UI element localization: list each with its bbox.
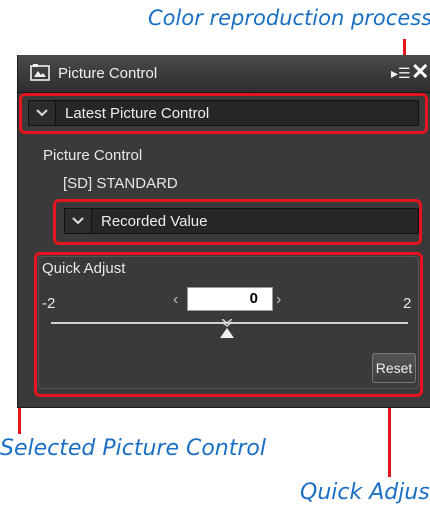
callout-selected-picture-control: Selected Picture Control <box>0 436 266 461</box>
highlight-color-process <box>19 93 428 134</box>
callout-quick-adjust: Quick Adjus <box>300 480 430 505</box>
panel-titlebar[interactable]: Picture Control ▸☰ ✕ <box>18 55 430 93</box>
picture-control-value: [SD] STANDARD <box>63 175 178 192</box>
highlight-quick-adjust <box>34 252 423 397</box>
picture-control-icon <box>30 63 50 83</box>
picture-control-label: Picture Control <box>43 147 143 164</box>
leader-line-quick <box>388 397 391 477</box>
menu-list-icon[interactable]: ▸☰ <box>391 64 411 82</box>
close-icon[interactable]: ✕ <box>411 60 430 84</box>
panel-title: Picture Control <box>58 65 158 82</box>
highlight-selected-picture-control <box>53 199 422 245</box>
callout-color-reproduction-process: Color reproduction process <box>148 6 430 30</box>
